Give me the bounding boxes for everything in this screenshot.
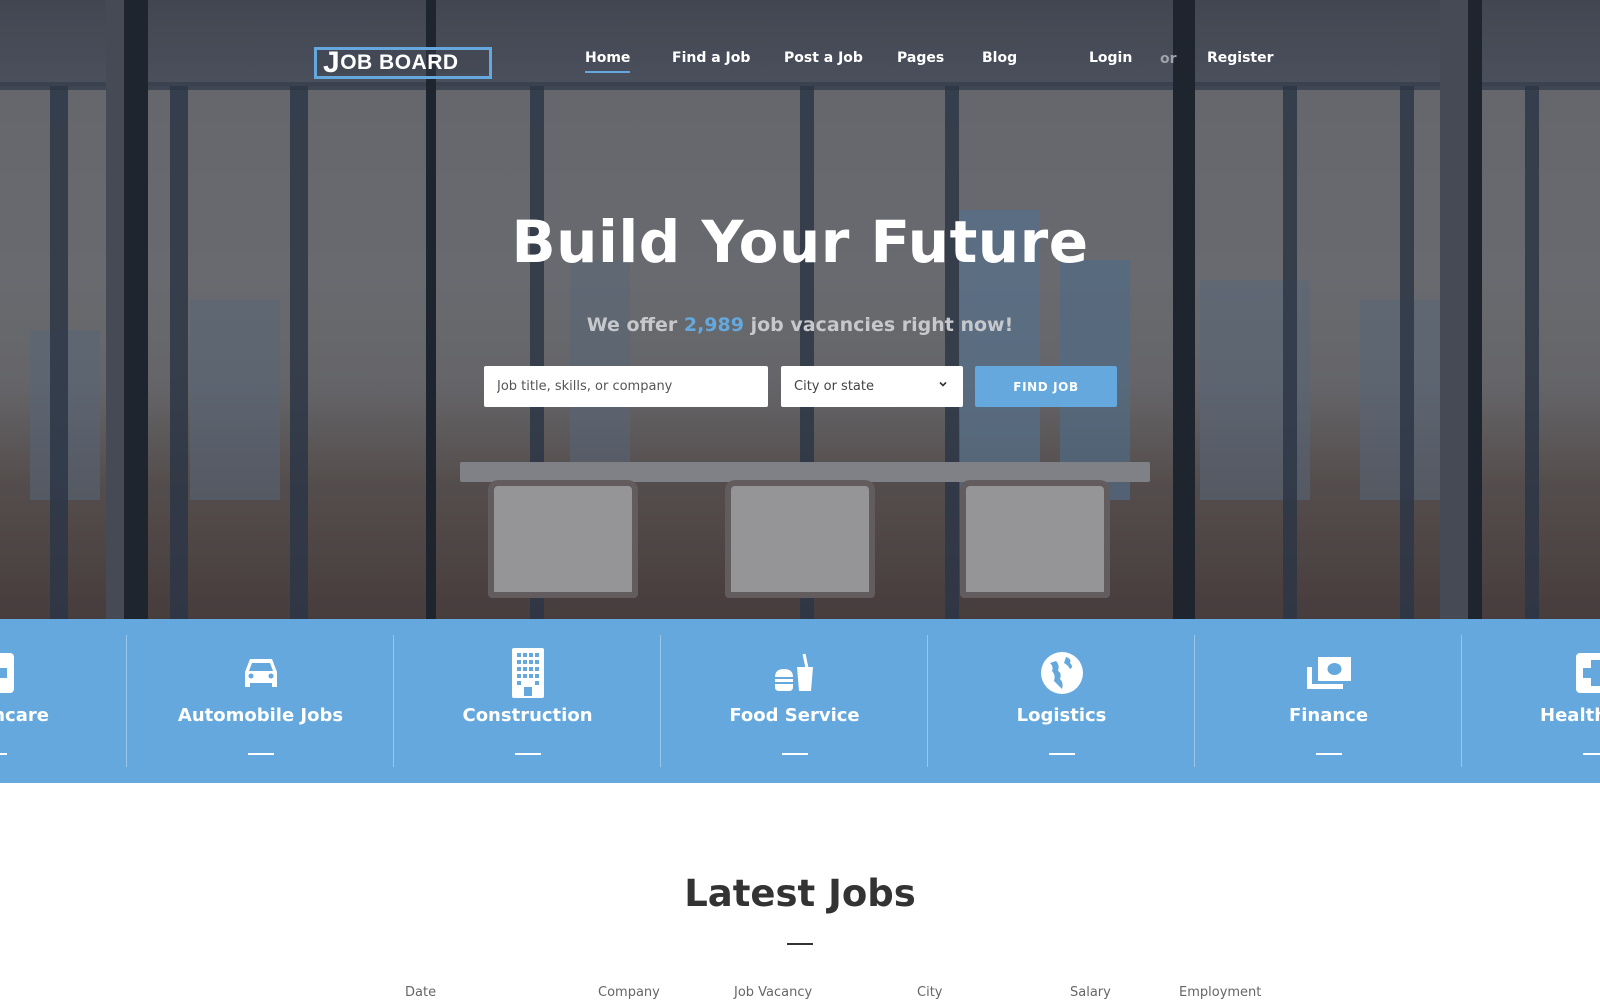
login-link[interactable]: Login — [1089, 50, 1132, 66]
category-dash — [781, 753, 808, 755]
latest-jobs-dash — [787, 943, 813, 945]
money-icon — [1305, 647, 1353, 699]
column-header-employment[interactable]: Employment — [1179, 985, 1261, 1000]
hero-title: Build Your Future — [511, 208, 1089, 276]
category-construction[interactable]: Construction — [394, 635, 661, 767]
city-select[interactable]: City or state — [781, 366, 963, 407]
hero-overlay — [0, 0, 1600, 619]
medical-cross-icon — [0, 647, 18, 699]
column-header-company[interactable]: Company — [598, 985, 660, 1000]
find-job-button[interactable]: FIND JOB — [975, 366, 1117, 407]
column-header-date[interactable]: Date — [405, 985, 436, 1000]
building-icon — [504, 647, 552, 699]
city-select-value: City or state — [794, 379, 874, 394]
fast-food-icon — [771, 647, 819, 699]
chevron-down-icon — [939, 381, 947, 387]
hero-section — [0, 0, 1600, 619]
hero-subtitle: We offer 2,989 job vacancies right now! — [0, 314, 1600, 336]
register-link[interactable]: Register — [1207, 50, 1274, 66]
column-header-city[interactable]: City — [917, 985, 942, 1000]
category-carousel: Healthcare Automobile Jobs Construction — [0, 619, 1600, 783]
login-register-separator: or — [1160, 51, 1177, 67]
nav-post-a-job[interactable]: Post a Job — [784, 50, 863, 66]
category-dash — [0, 753, 7, 755]
latest-jobs-title: Latest Jobs — [684, 872, 916, 915]
category-dash — [514, 753, 541, 755]
column-header-job-vacancy[interactable]: Job Vacancy — [734, 985, 812, 1000]
category-healthcare[interactable]: Healthcare — [1462, 635, 1600, 767]
vacancy-count: 2,989 — [683, 314, 744, 336]
category-label: Finance — [1288, 705, 1369, 726]
category-label: Healthcare — [0, 705, 49, 726]
category-label: Logistics — [1016, 705, 1107, 726]
category-healthcare[interactable]: Healthcare — [0, 635, 127, 767]
nav-blog[interactable]: Blog — [982, 50, 1017, 66]
category-dash — [247, 753, 274, 755]
logo[interactable]: J OB BOARD — [314, 47, 492, 79]
medical-cross-icon — [1572, 647, 1600, 699]
nav-home[interactable]: Home — [585, 50, 631, 73]
nav-pages[interactable]: Pages — [897, 50, 944, 66]
category-dash — [1315, 753, 1342, 755]
hero-subtitle-prefix: We offer — [586, 314, 684, 336]
job-search-input[interactable] — [484, 366, 768, 407]
category-label: Construction — [462, 705, 593, 726]
category-dash — [1582, 753, 1600, 755]
globe-icon — [1038, 647, 1086, 699]
nav-find-a-job[interactable]: Find a Job — [672, 50, 750, 66]
category-logistics[interactable]: Logistics — [928, 635, 1195, 767]
logo-text: OB BOARD — [340, 51, 459, 74]
category-finance[interactable]: Finance — [1195, 635, 1462, 767]
category-label: Healthcare — [1540, 705, 1600, 726]
category-food-service[interactable]: Food Service — [661, 635, 928, 767]
hero-subtitle-suffix: job vacancies right now! — [743, 314, 1014, 336]
category-label: Automobile Jobs — [177, 705, 344, 726]
category-automobile-jobs[interactable]: Automobile Jobs — [127, 635, 394, 767]
logo-initial: J — [323, 46, 341, 79]
category-label: Food Service — [729, 705, 860, 726]
column-header-salary[interactable]: Salary — [1070, 985, 1111, 1000]
category-dash — [1048, 753, 1075, 755]
car-icon — [237, 647, 285, 699]
